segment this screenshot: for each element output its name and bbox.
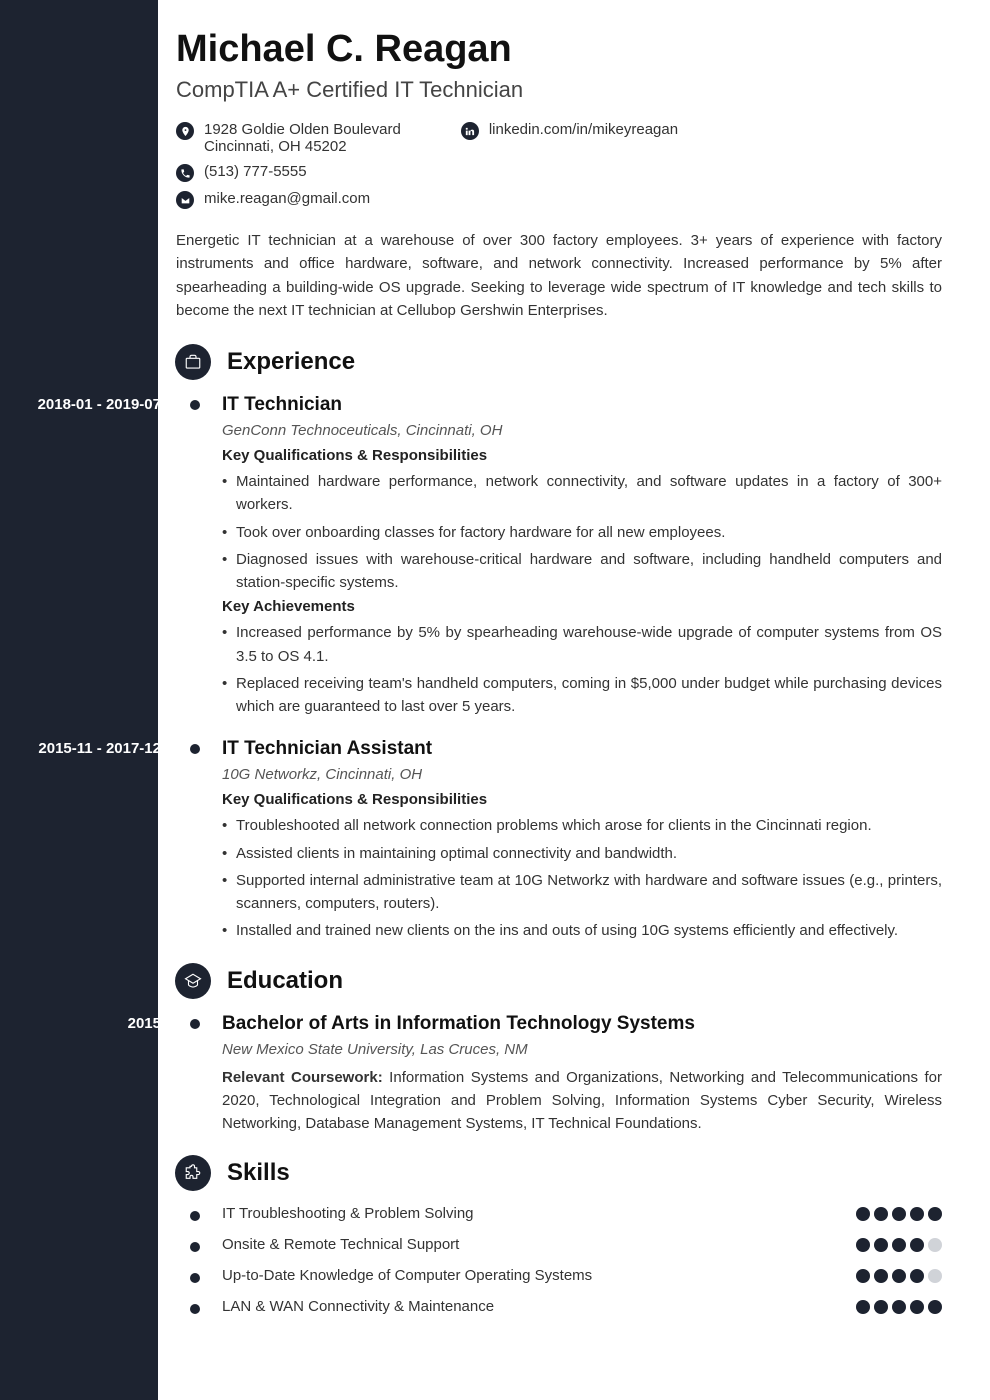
professional-summary: Energetic IT technician at a warehouse o… <box>176 229 942 322</box>
contacts-block: 1928 Goldie Olden Boulevard Cincinnati, … <box>176 121 942 209</box>
skill-name: Onsite & Remote Technical Support <box>222 1236 459 1253</box>
rating-dots <box>856 1300 942 1314</box>
achievements-list: Increased performance by 5% by spearhead… <box>222 621 942 718</box>
skill-entry: IT Troubleshooting & Problem Solving <box>176 1205 942 1222</box>
skill-entry: LAN & WAN Connectivity & Maintenance <box>176 1298 942 1315</box>
main-content: Michael C. Reagan CompTIA A+ Certified I… <box>158 0 990 1400</box>
school-name: New Mexico State University, Las Cruces,… <box>222 1041 942 1058</box>
list-item: Troubleshooted all network connection pr… <box>222 814 942 837</box>
achievements-header: Key Achievements <box>222 598 942 615</box>
skill-row: LAN & WAN Connectivity & Maintenance <box>222 1298 942 1315</box>
skill-name: IT Troubleshooting & Problem Solving <box>222 1205 474 1222</box>
email-text: mike.reagan@gmail.com <box>204 190 370 207</box>
linkedin-icon <box>461 122 479 140</box>
rating-dots <box>856 1238 942 1252</box>
responsibilities-header: Key Qualifications & Responsibilities <box>222 447 942 464</box>
rating-dot <box>892 1300 906 1314</box>
responsibilities-list: Maintained hardware performance, network… <box>222 470 942 594</box>
experience-entry: 2015-11 - 2017-12IT Technician Assistant… <box>176 738 942 942</box>
email-icon <box>176 191 194 209</box>
phone-icon <box>176 164 194 182</box>
skill-row: Onsite & Remote Technical Support <box>222 1236 942 1253</box>
list-item: Installed and trained new clients on the… <box>222 919 942 942</box>
job-title: IT Technician <box>222 394 942 416</box>
rating-dot <box>928 1300 942 1314</box>
rating-dot <box>892 1269 906 1283</box>
entry-dates: 2015 <box>128 1015 161 1032</box>
skill-name: LAN & WAN Connectivity & Maintenance <box>222 1298 494 1315</box>
linkedin-text: linkedin.com/in/mikeyreagan <box>489 121 678 138</box>
rating-dot <box>910 1207 924 1221</box>
puzzle-icon <box>175 1155 211 1191</box>
experience-title: Experience <box>227 348 355 376</box>
graduation-icon <box>175 963 211 999</box>
experience-section: Experience 2018-01 - 2019-07IT Technicia… <box>176 344 942 943</box>
experience-entry: 2018-01 - 2019-07IT TechnicianGenConn Te… <box>176 394 942 718</box>
contact-address: 1928 Goldie Olden Boulevard Cincinnati, … <box>176 121 401 155</box>
list-item: Supported internal administrative team a… <box>222 869 942 916</box>
degree-title: Bachelor of Arts in Information Technolo… <box>222 1013 942 1035</box>
entry-dates: 2015-11 - 2017-12 <box>38 740 161 757</box>
list-item: Assisted clients in maintaining optimal … <box>222 842 942 865</box>
responsibilities-list: Troubleshooted all network connection pr… <box>222 814 942 942</box>
rating-dot <box>928 1207 942 1221</box>
rating-dot <box>874 1238 888 1252</box>
contact-column-left: 1928 Goldie Olden Boulevard Cincinnati, … <box>176 121 401 209</box>
contact-phone: (513) 777-5555 <box>176 163 401 182</box>
education-title: Education <box>227 967 343 995</box>
list-item: Diagnosed issues with warehouse-critical… <box>222 548 942 595</box>
rating-dot <box>892 1207 906 1221</box>
list-item: Maintained hardware performance, network… <box>222 470 942 517</box>
list-item: Increased performance by 5% by spearhead… <box>222 621 942 668</box>
address-line2: Cincinnati, OH 45202 <box>204 138 401 155</box>
rating-dots <box>856 1269 942 1283</box>
entry-dates: 2018-01 - 2019-07 <box>38 396 161 413</box>
experience-header: Experience <box>176 344 942 380</box>
rating-dot <box>856 1269 870 1283</box>
rating-dot <box>928 1269 942 1283</box>
education-entry: 2015Bachelor of Arts in Information Tech… <box>176 1013 942 1136</box>
rating-dot <box>910 1300 924 1314</box>
briefcase-icon <box>175 344 211 380</box>
rating-dot <box>928 1238 942 1252</box>
contact-column-right: linkedin.com/in/mikeyreagan <box>461 121 678 209</box>
skill-entry: Up-to-Date Knowledge of Computer Operati… <box>176 1267 942 1284</box>
rating-dot <box>874 1269 888 1283</box>
rating-dot <box>910 1269 924 1283</box>
sidebar <box>0 0 158 1400</box>
contact-email: mike.reagan@gmail.com <box>176 190 401 209</box>
rating-dot <box>892 1238 906 1252</box>
skill-row: Up-to-Date Knowledge of Computer Operati… <box>222 1267 942 1284</box>
rating-dot <box>874 1207 888 1221</box>
rating-dot <box>910 1238 924 1252</box>
education-header: Education <box>176 963 942 999</box>
skills-section: Skills IT Troubleshooting & Problem Solv… <box>176 1155 942 1315</box>
rating-dot <box>874 1300 888 1314</box>
job-title: IT Technician Assistant <box>222 738 942 760</box>
company-name: GenConn Technoceuticals, Cincinnati, OH <box>222 422 942 439</box>
education-section: Education 2015Bachelor of Arts in Inform… <box>176 963 942 1136</box>
coursework: Relevant Coursework: Information Systems… <box>222 1066 942 1136</box>
location-icon <box>176 122 194 140</box>
skill-entry: Onsite & Remote Technical Support <box>176 1236 942 1253</box>
skills-title: Skills <box>227 1159 290 1187</box>
job-title: CompTIA A+ Certified IT Technician <box>176 77 942 103</box>
rating-dot <box>856 1207 870 1221</box>
company-name: 10G Networkz, Cincinnati, OH <box>222 766 942 783</box>
rating-dots <box>856 1207 942 1221</box>
full-name: Michael C. Reagan <box>176 28 942 71</box>
rating-dot <box>856 1238 870 1252</box>
rating-dot <box>856 1300 870 1314</box>
address-line1: 1928 Goldie Olden Boulevard <box>204 121 401 138</box>
resume-page: Michael C. Reagan CompTIA A+ Certified I… <box>0 0 990 1400</box>
skill-name: Up-to-Date Knowledge of Computer Operati… <box>222 1267 592 1284</box>
skills-header: Skills <box>176 1155 942 1191</box>
contact-linkedin: linkedin.com/in/mikeyreagan <box>461 121 678 140</box>
skill-row: IT Troubleshooting & Problem Solving <box>222 1205 942 1222</box>
phone-text: (513) 777-5555 <box>204 163 307 180</box>
list-item: Took over onboarding classes for factory… <box>222 521 942 544</box>
responsibilities-header: Key Qualifications & Responsibilities <box>222 791 942 808</box>
list-item: Replaced receiving team's handheld compu… <box>222 672 942 719</box>
